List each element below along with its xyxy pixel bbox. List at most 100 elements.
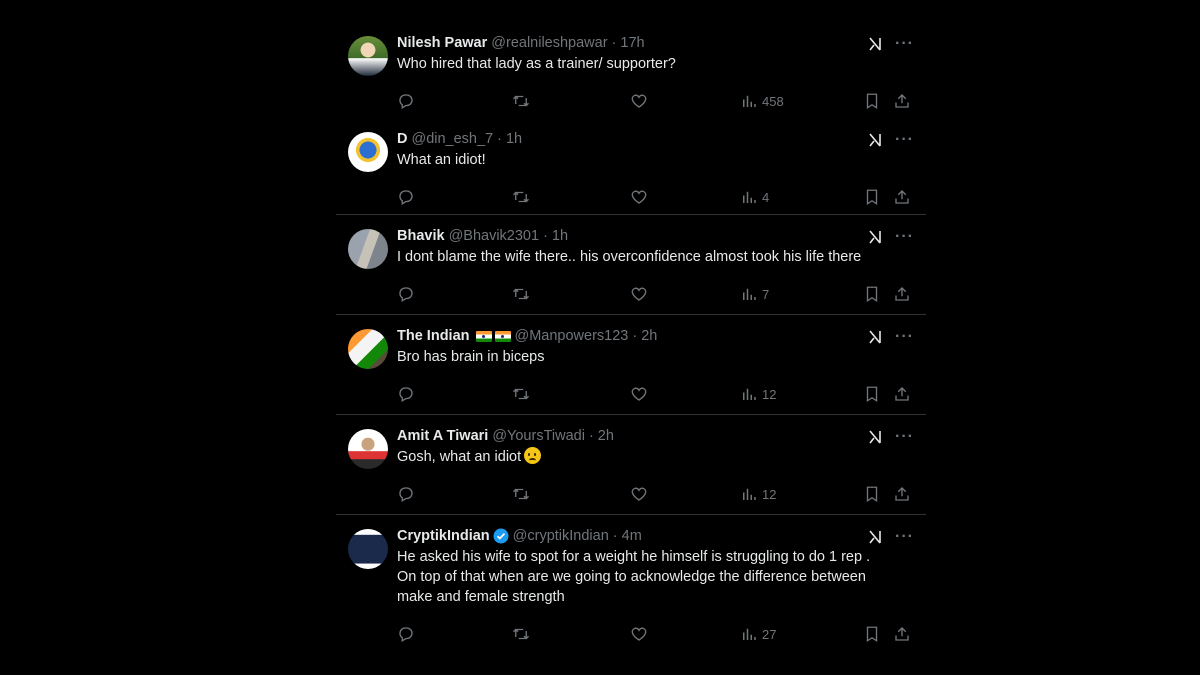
views-button[interactable]: 458 — [740, 92, 784, 110]
more-icon[interactable]: ··· — [895, 229, 914, 245]
retweet-button[interactable] — [512, 625, 530, 643]
author-handle[interactable]: @YoursTiwadi — [492, 428, 585, 444]
tweet[interactable]: CryptikIndian @cryptikIndian · 4m He ask… — [336, 515, 926, 655]
timestamp[interactable]: 1h — [506, 131, 522, 147]
like-icon — [631, 387, 647, 401]
retweet-button[interactable] — [512, 285, 530, 303]
author-handle[interactable]: @Bhavik2301 — [449, 228, 540, 244]
reply-button[interactable] — [397, 285, 415, 303]
like-button[interactable] — [630, 625, 648, 643]
action-bar: 12 — [397, 380, 909, 414]
author-name[interactable]: Bhavik — [397, 228, 445, 244]
separator: · — [497, 131, 502, 147]
author-name[interactable]: Amit A Tiwari — [397, 428, 488, 444]
timestamp[interactable]: 4m — [622, 528, 642, 544]
more-icon[interactable]: ··· — [895, 132, 914, 148]
author-name[interactable]: Nilesh Pawar — [397, 35, 487, 51]
share-button[interactable] — [893, 485, 911, 503]
share-icon — [895, 190, 909, 204]
tweet[interactable]: Nilesh Pawar @realnileshpawar · 17h Who … — [336, 22, 926, 118]
author-name[interactable]: D — [397, 131, 407, 147]
reply-button[interactable] — [397, 92, 415, 110]
bookmark-icon — [866, 486, 878, 503]
retweet-button[interactable] — [512, 188, 530, 206]
bookmark-button[interactable] — [863, 625, 881, 643]
reply-button[interactable] — [397, 188, 415, 206]
tweet[interactable]: Bhavik @Bhavik2301 · 1h I dont blame the… — [336, 215, 926, 315]
timestamp[interactable]: 17h — [620, 35, 644, 51]
separator: · — [611, 35, 617, 51]
author-handle[interactable]: @realnileshpawar — [491, 35, 607, 51]
bookmark-icon — [866, 189, 878, 206]
grok-icon[interactable] — [867, 529, 883, 545]
views-button[interactable]: 12 — [740, 385, 776, 403]
reply-button[interactable] — [397, 385, 415, 403]
author-handle[interactable]: @din_esh_7 — [411, 131, 493, 147]
avatar[interactable] — [348, 36, 388, 76]
views-button[interactable]: 27 — [740, 625, 776, 643]
retweet-icon — [513, 288, 529, 300]
views-icon — [743, 288, 756, 300]
like-button[interactable] — [630, 92, 648, 110]
avatar[interactable] — [348, 229, 388, 269]
bookmark-button[interactable] — [863, 485, 881, 503]
tweet-text-line: Bro has brain in biceps — [397, 349, 545, 365]
retweet-button[interactable] — [512, 92, 530, 110]
bookmark-button[interactable] — [863, 188, 881, 206]
reply-button[interactable] — [397, 485, 415, 503]
tweet-text-line: Who hired that lady as a trainer/ suppor… — [397, 56, 676, 72]
share-button[interactable] — [893, 92, 911, 110]
share-button[interactable] — [893, 285, 911, 303]
bookmark-button[interactable] — [863, 92, 881, 110]
author-name[interactable]: The Indian — [397, 328, 470, 344]
action-bar: 12 — [397, 480, 909, 514]
more-icon[interactable]: ··· — [895, 429, 914, 445]
share-button[interactable] — [893, 188, 911, 206]
tweet-text-line: On top of that when are we going to ackn… — [397, 569, 866, 585]
author-name[interactable]: CryptikIndian — [397, 528, 490, 544]
reply-icon — [399, 627, 413, 642]
views-button[interactable]: 12 — [740, 485, 776, 503]
share-button[interactable] — [893, 625, 911, 643]
avatar[interactable] — [348, 132, 388, 172]
grok-icon[interactable] — [867, 229, 883, 245]
reply-icon — [399, 94, 413, 109]
tweet[interactable]: The Indian @Manpowers123 · 2h Bro has br… — [336, 315, 926, 415]
reply-button[interactable] — [397, 625, 415, 643]
avatar[interactable] — [348, 429, 388, 469]
like-button[interactable] — [630, 385, 648, 403]
grok-icon[interactable] — [867, 429, 883, 445]
views-icon — [743, 191, 756, 203]
like-button[interactable] — [630, 188, 648, 206]
views-count: 27 — [762, 626, 777, 642]
tweet[interactable]: Amit A Tiwari @YoursTiwadi · 2h Gosh, wh… — [336, 415, 926, 515]
timestamp[interactable]: 2h — [641, 328, 657, 344]
avatar[interactable] — [348, 529, 388, 569]
more-icon[interactable]: ··· — [895, 329, 914, 345]
tweet-text-line: make and female strength — [397, 589, 565, 605]
like-button[interactable] — [630, 485, 648, 503]
share-button[interactable] — [893, 385, 911, 403]
grok-icon[interactable] — [867, 329, 883, 345]
timestamp[interactable]: 2h — [598, 428, 614, 444]
retweet-button[interactable] — [512, 485, 530, 503]
avatar[interactable] — [348, 329, 388, 369]
more-icon[interactable]: ··· — [895, 529, 914, 545]
tweet-text-line: What an idiot! — [397, 152, 486, 168]
author-handle[interactable]: @cryptikIndian — [513, 528, 609, 544]
timestamp[interactable]: 1h — [552, 228, 568, 244]
views-button[interactable]: 4 — [740, 188, 769, 206]
retweet-button[interactable] — [512, 385, 530, 403]
bookmark-button[interactable] — [863, 285, 881, 303]
separator: · — [632, 328, 638, 344]
grok-icon[interactable] — [867, 132, 883, 148]
bookmark-button[interactable] — [863, 385, 881, 403]
views-count: 4 — [762, 189, 770, 205]
tweet[interactable]: D @din_esh_7 · 1h What an idiot! 4 ··· — [336, 118, 926, 215]
worried-face-emoji-icon — [524, 447, 542, 464]
grok-icon[interactable] — [867, 36, 883, 52]
author-handle[interactable]: @Manpowers123 — [515, 328, 629, 344]
views-button[interactable]: 7 — [740, 285, 769, 303]
like-button[interactable] — [630, 285, 648, 303]
more-icon[interactable]: ··· — [895, 36, 914, 52]
